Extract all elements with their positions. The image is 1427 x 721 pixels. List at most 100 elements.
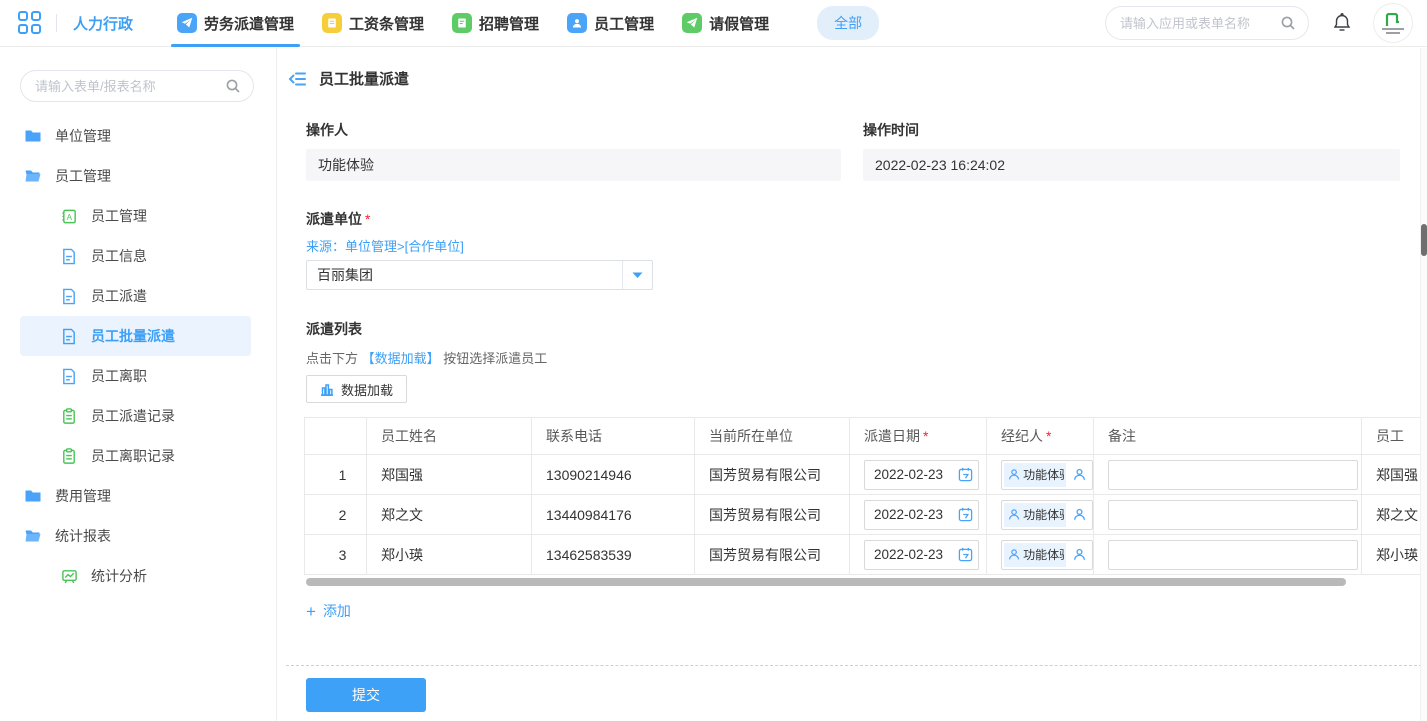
- broker-field[interactable]: 功能体验: [1001, 500, 1093, 530]
- date-picker[interactable]: 2022-02-23: [864, 500, 979, 530]
- tab-labor-dispatch[interactable]: 劳务派遣管理: [177, 0, 294, 47]
- tab-label: 劳务派遣管理: [204, 13, 294, 34]
- id-card-icon: A: [60, 207, 78, 225]
- sidebar-item-employee-mgmt[interactable]: A 员工管理: [0, 196, 276, 236]
- folder-open-icon: [24, 167, 42, 185]
- sidebar-item-label: 员工离职记录: [91, 446, 175, 466]
- bell-icon[interactable]: [1333, 13, 1351, 33]
- tab-employee[interactable]: 员工管理: [567, 0, 654, 47]
- broker-field[interactable]: 功能体验: [1001, 540, 1093, 570]
- sidebar-item-resign-records[interactable]: 员工离职记录: [0, 436, 276, 476]
- sidebar-item-label: 员工派遣记录: [91, 406, 175, 426]
- form-search-input[interactable]: [35, 79, 225, 94]
- cell-company: 国芳贸易有限公司: [695, 535, 850, 575]
- svg-text:A: A: [66, 212, 72, 221]
- cell-employee: 郑之文: [1362, 495, 1427, 535]
- scrollbar-thumb[interactable]: [1421, 224, 1427, 256]
- unit-label: 派遣单位: [306, 211, 362, 227]
- logo-text-line: [1386, 32, 1400, 34]
- sidebar-item-stat-analysis[interactable]: 统计分析: [0, 556, 276, 596]
- nav-home[interactable]: 人力行政: [73, 13, 133, 34]
- sidebar-item-employee-dispatch[interactable]: 员工派遣: [0, 276, 276, 316]
- tab-label: 请假管理: [709, 13, 769, 34]
- sidebar-item-unit-mgmt[interactable]: 单位管理: [0, 116, 276, 156]
- operator-value: 功能体验: [306, 149, 841, 181]
- note-input[interactable]: [1108, 460, 1358, 490]
- cell-phone: 13090214946: [532, 455, 695, 495]
- all-apps-button[interactable]: 全部: [817, 6, 879, 40]
- date-picker[interactable]: 2022-02-23: [864, 460, 979, 490]
- time-label: 操作时间: [863, 120, 1400, 140]
- calendar-icon[interactable]: [952, 467, 978, 482]
- person-picker-icon[interactable]: [1066, 468, 1092, 481]
- app-search-input[interactable]: [1120, 16, 1280, 31]
- tab-payslip[interactable]: 工资条管理: [322, 0, 424, 47]
- broker-field[interactable]: 功能体验: [1001, 460, 1093, 490]
- sidebar-item-employee-resign[interactable]: 员工离职: [0, 356, 276, 396]
- col-broker: 经纪人*: [987, 418, 1094, 455]
- date-value: 2022-02-23: [865, 507, 952, 522]
- cell-name: 郑小瑛: [367, 535, 532, 575]
- submit-button[interactable]: 提交: [306, 678, 426, 712]
- dispatch-table: 员工姓名 联系电话 当前所在单位 派遣日期* 经纪人* 备注 员工 1 郑国强 …: [304, 417, 1426, 575]
- unit-select[interactable]: 百丽集团: [306, 260, 653, 290]
- sidebar-item-employee-batch-dispatch[interactable]: 员工批量派遣: [20, 316, 251, 356]
- date-picker[interactable]: 2022-02-23: [864, 540, 979, 570]
- folder-icon: [24, 127, 42, 145]
- collapse-menu-icon[interactable]: [288, 71, 307, 87]
- row-index: 1: [305, 455, 367, 495]
- page-vertical-scrollbar[interactable]: [1420, 48, 1427, 721]
- sidebar-item-label: 员工信息: [91, 246, 147, 266]
- broker-name: 功能体验: [1023, 546, 1064, 563]
- sidebar-item-dispatch-records[interactable]: 员工派遣记录: [0, 396, 276, 436]
- col-name: 员工姓名: [367, 418, 532, 455]
- required-marker: *: [923, 428, 928, 444]
- search-icon[interactable]: [1280, 15, 1296, 31]
- required-marker: *: [1046, 428, 1051, 444]
- table-horizontal-scrollbar[interactable]: [306, 578, 1346, 586]
- dispatch-hint: 点击下方 【数据加载】 按钮选择派遣员工: [306, 348, 1400, 367]
- unit-source-link[interactable]: 来源：单位管理>[合作单位]: [306, 236, 1400, 255]
- cell-company: 国芳贸易有限公司: [695, 455, 850, 495]
- app-search: [1105, 6, 1309, 40]
- person-picker-icon[interactable]: [1066, 508, 1092, 521]
- chevron-down-icon[interactable]: [622, 261, 652, 289]
- company-logo-icon: [1385, 13, 1401, 27]
- broker-tag: 功能体验: [1004, 463, 1066, 487]
- row-index: 3: [305, 535, 367, 575]
- folder-icon: [24, 487, 42, 505]
- person-picker-icon[interactable]: [1066, 548, 1092, 561]
- add-row-button[interactable]: + 添加: [306, 601, 351, 621]
- table-header-row: 员工姓名 联系电话 当前所在单位 派遣日期* 经纪人* 备注 员工: [305, 418, 1427, 455]
- required-marker: *: [365, 211, 370, 227]
- sidebar-item-stat-reports[interactable]: 统计报表: [0, 516, 276, 556]
- form-footer: 提交: [286, 665, 1427, 721]
- sidebar-item-expense-mgmt[interactable]: 费用管理: [0, 476, 276, 516]
- data-load-button[interactable]: 数据加载: [306, 375, 407, 403]
- document-icon: [60, 247, 78, 265]
- cell-phone: 13462583539: [532, 535, 695, 575]
- calendar-icon[interactable]: [952, 547, 978, 562]
- account-avatar[interactable]: [1373, 3, 1413, 43]
- main-content: 员工批量派遣 操作人 功能体验 操作时间 2022-02-23 16:24:02…: [278, 48, 1427, 721]
- search-icon[interactable]: [225, 78, 241, 94]
- cell-name: 郑之文: [367, 495, 532, 535]
- clipboard-icon: [60, 447, 78, 465]
- sidebar-item-employee-info[interactable]: 员工信息: [0, 236, 276, 276]
- note-input[interactable]: [1108, 540, 1358, 570]
- date-value: 2022-02-23: [865, 467, 952, 482]
- person-icon: [1008, 468, 1020, 481]
- sidebar-item-label: 员工管理: [91, 206, 147, 226]
- calendar-icon[interactable]: [952, 507, 978, 522]
- payslip-icon: [322, 13, 342, 33]
- tab-leave[interactable]: 请假管理: [682, 0, 769, 47]
- broker-tag: 功能体验: [1004, 503, 1066, 527]
- hint-load-link[interactable]: 【数据加载】: [362, 351, 440, 366]
- sidebar-item-label: 员工批量派遣: [91, 326, 175, 346]
- operator-label: 操作人: [306, 120, 841, 140]
- apps-grid-icon[interactable]: [18, 11, 42, 35]
- tab-recruit[interactable]: 招聘管理: [452, 0, 539, 47]
- sidebar-item-employee-mgmt-folder[interactable]: 员工管理: [0, 156, 276, 196]
- note-input[interactable]: [1108, 500, 1358, 530]
- broker-name: 功能体验: [1023, 506, 1064, 523]
